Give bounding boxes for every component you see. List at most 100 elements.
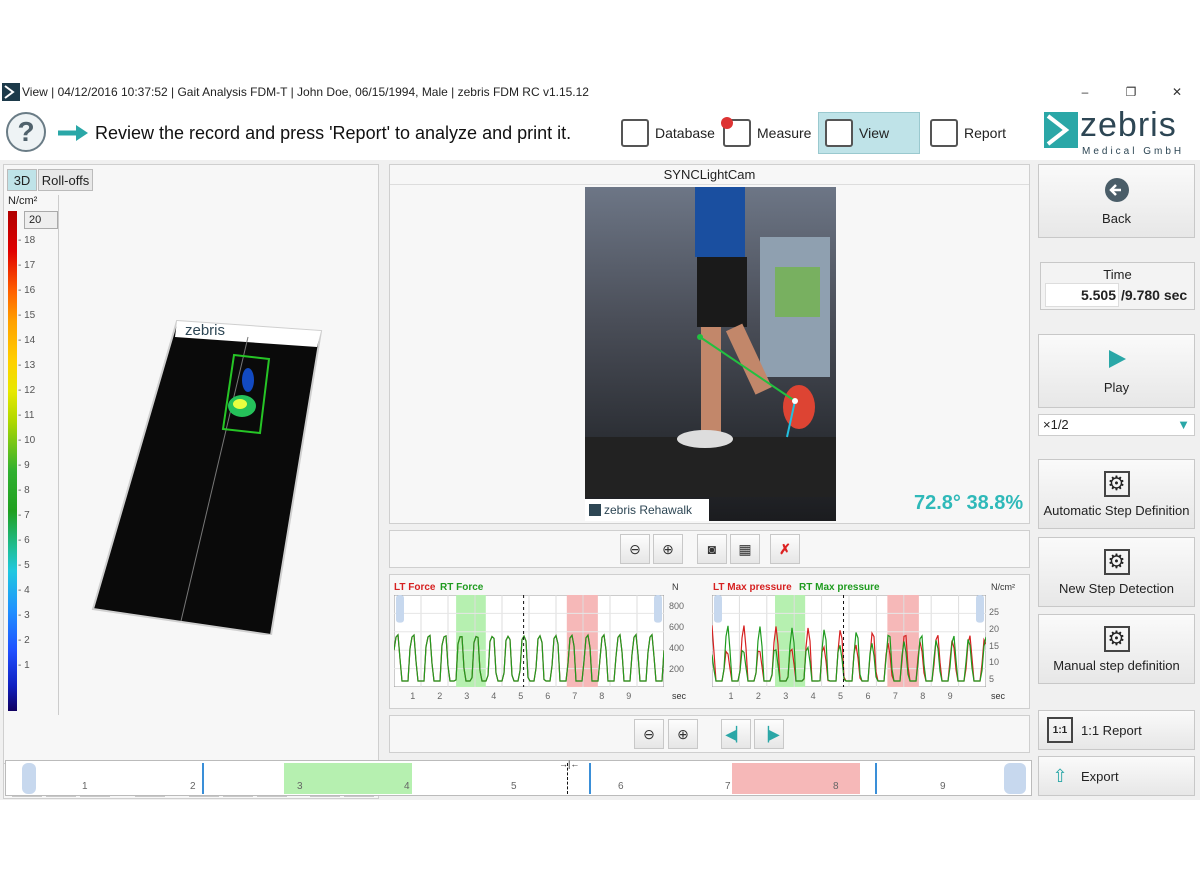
range-start-handle[interactable] — [714, 595, 722, 623]
y-tick-label: 20 — [989, 623, 1000, 634]
step-forward-button[interactable]: ▕▶ — [754, 719, 784, 749]
video-brand: zebris Rehawalk — [585, 499, 709, 521]
zebris-logo-icon — [1044, 112, 1078, 148]
nav-report-label: Report — [964, 125, 1007, 141]
step-forward-icon: ▕▶ — [758, 725, 780, 742]
nav-report-button[interactable]: Report — [923, 112, 1013, 154]
y-tick-label: 5 — [989, 674, 995, 685]
play-button[interactable]: Play — [1038, 334, 1195, 408]
back-button[interactable]: Back — [1038, 164, 1195, 238]
pressure-lt-label: LT Max pressure — [713, 582, 792, 593]
y-tick-label: 15 — [989, 640, 1000, 651]
time-label: Time — [1103, 267, 1132, 282]
scale-tick-label: - 1 — [18, 660, 30, 671]
remove-video-button[interactable]: ✗ — [770, 534, 800, 564]
video-title: SYNCLightCam — [390, 167, 1029, 185]
plate-brand: zebris — [185, 322, 225, 339]
force-chart[interactable] — [394, 595, 664, 687]
scale-divider — [58, 195, 59, 715]
x-tick-label: 7 — [892, 691, 898, 701]
scale-max-input[interactable]: 20 — [24, 211, 58, 229]
window-title: View | 04/12/2016 10:37:52 | Gait Analys… — [22, 85, 589, 99]
camera-icon: ◙ — [707, 541, 717, 557]
manual-step-label: Manual step definition — [1053, 657, 1180, 673]
pressure-unit: N/cm² — [991, 582, 1015, 592]
scale-tick-label: - 18 — [18, 235, 36, 246]
force-lt-label: LT Force — [394, 582, 436, 593]
automatic-step-button[interactable]: ⚙ Automatic Step Definition — [1038, 459, 1195, 529]
manual-step-button[interactable]: ⚙ Manual step definition — [1038, 614, 1195, 684]
speed-value: ×1/2 — [1043, 417, 1069, 432]
x-tick-label: 2 — [755, 691, 761, 701]
speed-select[interactable]: ×1/2 ▼ — [1038, 414, 1195, 436]
play-label: Play — [1103, 379, 1130, 395]
x-tick-label: 9 — [626, 691, 632, 701]
zoom-out-icon: ⊖ — [643, 725, 655, 742]
report-11-button[interactable]: 1:1 1:1 Report — [1038, 710, 1195, 750]
tab-3d[interactable]: 3D — [7, 169, 37, 191]
film-button[interactable]: ▦ — [730, 534, 760, 564]
nav-database-button[interactable]: Database — [614, 112, 722, 154]
timeline-tick-label: 1 — [82, 781, 88, 792]
range-end-handle[interactable] — [654, 595, 662, 623]
video-zoom-out-button[interactable]: ⊖ — [620, 534, 650, 564]
new-step-detection-button[interactable]: ⚙ New Step Detection — [1038, 537, 1195, 607]
chart-zoom-in-button[interactable]: ⊕ — [668, 719, 698, 749]
arrow-right-icon — [58, 125, 88, 141]
x-tick-label: 6 — [545, 691, 551, 701]
range-end-handle[interactable] — [976, 595, 984, 623]
pressure-chart[interactable] — [712, 595, 986, 687]
help-button[interactable]: ? — [6, 112, 46, 152]
pressure-color-scale — [8, 211, 17, 711]
x-tick-label: 4 — [491, 691, 497, 701]
snapshot-button[interactable]: ◙ — [697, 534, 727, 564]
export-button[interactable]: ⇧ Export — [1038, 756, 1195, 796]
timeline-start-handle[interactable] — [22, 763, 36, 794]
x-tick-label: 5 — [518, 691, 524, 701]
view-icon — [825, 119, 853, 147]
video-frame[interactable]: zebris Rehawalk — [585, 187, 836, 521]
timeline-tick-label: 3 — [297, 781, 303, 792]
range-start-handle[interactable] — [396, 595, 404, 623]
zoom-in-icon: ⊕ — [662, 540, 674, 557]
video-zoom-in-button[interactable]: ⊕ — [653, 534, 683, 564]
timeline-green-band — [284, 763, 412, 794]
green-band — [456, 595, 486, 687]
x-tick-label: 1 — [728, 691, 734, 701]
time-current: 5.505 — [1045, 283, 1119, 307]
timeline-tick-label: 9 — [940, 781, 946, 792]
chart-controls: ⊖ ⊕ ◀▏ ▕▶ — [389, 715, 1030, 753]
nav-view-button[interactable]: View — [818, 112, 920, 154]
scale-tick-label: - 15 — [18, 310, 36, 321]
chevron-down-icon: ▼ — [1177, 417, 1190, 432]
step-back-button[interactable]: ◀▏ — [721, 719, 751, 749]
chart-zoom-out-button[interactable]: ⊖ — [634, 719, 664, 749]
pressure-rt-label: RT Max pressure — [799, 582, 880, 593]
timeline-marker — [589, 763, 591, 794]
delete-icon: ✗ — [779, 540, 791, 557]
left-panel: 3D Roll-offs N/cm² 20 - 18 - 17 - 16 - 15 - … — [3, 164, 379, 799]
x-tick-label: 2 — [437, 691, 443, 701]
pressure-plate-3d: zebris — [91, 319, 323, 635]
measure-icon — [721, 117, 751, 147]
close-button[interactable]: ✕ — [1154, 80, 1200, 104]
timeline-end-handle[interactable] — [1004, 763, 1026, 794]
x-tick-label: 5 — [838, 691, 844, 701]
app-logo-icon — [2, 83, 20, 101]
nav-measure-button[interactable]: Measure — [716, 112, 818, 154]
minimize-button[interactable]: – — [1062, 80, 1108, 104]
tab-roll-offs[interactable]: Roll-offs — [38, 169, 93, 191]
force-x-unit: sec — [672, 691, 687, 701]
video-overlay — [585, 187, 836, 497]
timeline-tick-label: 5 — [511, 781, 517, 792]
instruction-text: Review the record and press 'Report' to … — [95, 123, 572, 143]
video-controls: ⊖ ⊕ ◙ ▦ ✗ — [389, 530, 1030, 568]
restore-button[interactable]: ❐ — [1108, 80, 1154, 104]
title-bar: View | 04/12/2016 10:37:52 | Gait Analys… — [0, 80, 1200, 104]
timeline-tick-label: 6 — [618, 781, 624, 792]
timeline[interactable]: →|← 1 2 3 4 5 6 7 8 9 — [5, 759, 1032, 796]
export-label: Export — [1081, 768, 1119, 784]
time-total: /9.780 sec — [1121, 287, 1188, 303]
pressure-x-unit: sec — [991, 691, 1006, 701]
auto-step-label: Automatic Step Definition — [1043, 502, 1190, 518]
